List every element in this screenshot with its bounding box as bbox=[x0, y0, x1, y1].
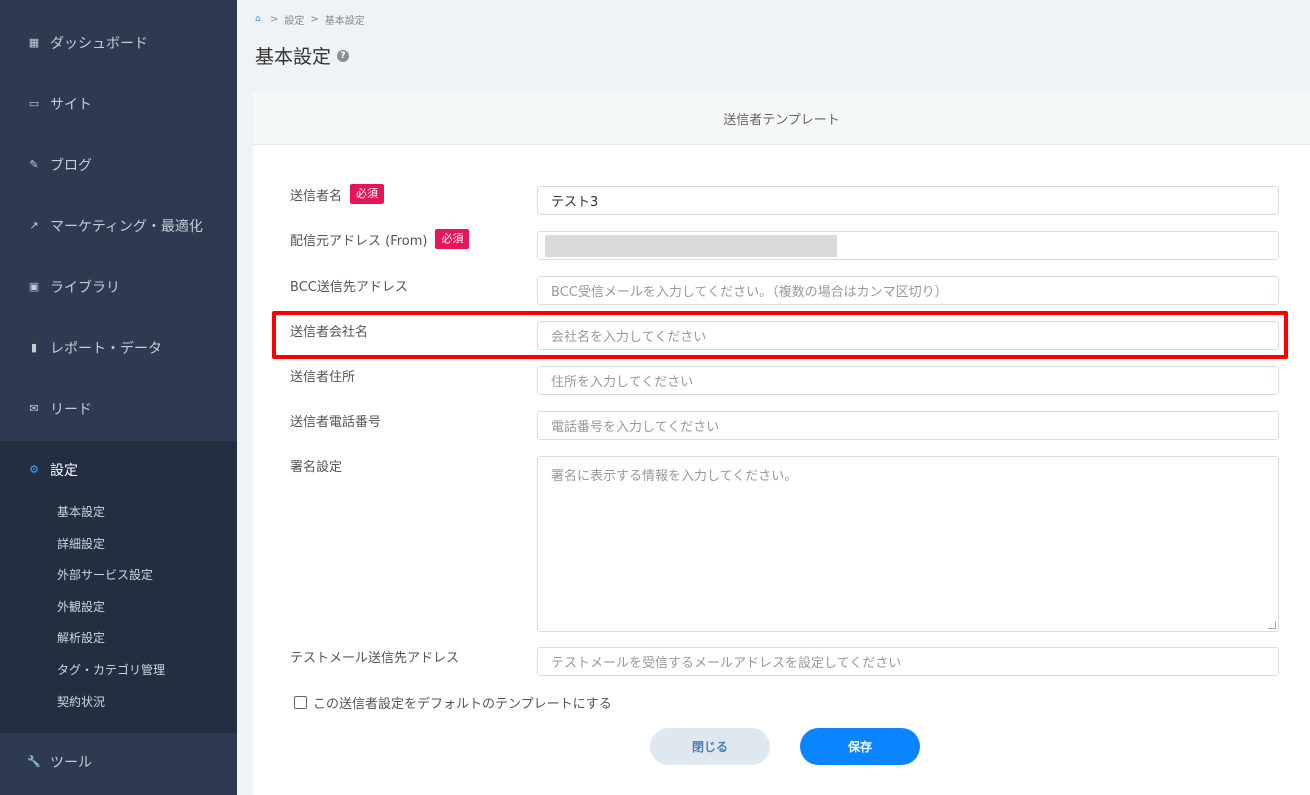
sidebar-item-label: ライブラリ bbox=[50, 279, 120, 296]
sub-item-external[interactable]: 外部サービス設定 bbox=[57, 565, 153, 585]
sidebar-item-label: 設定 bbox=[50, 462, 78, 479]
save-button[interactable]: 保存 bbox=[800, 728, 920, 765]
page-title: 基本設定 ? bbox=[255, 42, 350, 69]
sidebar-item-label: リード bbox=[50, 401, 92, 418]
signature-placeholder: 署名に表示する情報を入力してください。 bbox=[551, 469, 798, 484]
phone-label: 送信者電話番号 bbox=[290, 415, 382, 430]
address-label: 送信者住所 bbox=[290, 370, 356, 385]
bcc-input[interactable]: BCC受信メールを入力してください。（複数の場合はカンマ区切り） bbox=[537, 276, 1279, 305]
bcc-label: BCC送信先アドレス bbox=[290, 280, 408, 295]
checkbox-label: この送信者設定をデフォルトのテンプレートにする bbox=[313, 697, 612, 712]
pencil-icon: ✎ bbox=[29, 158, 39, 171]
highlight-box bbox=[272, 311, 1288, 359]
sub-item-appearance[interactable]: 外観設定 bbox=[57, 597, 105, 617]
gear-icon: ⚙ bbox=[29, 463, 39, 476]
sidebar-item-report[interactable]: ▮ レポート・データ bbox=[0, 317, 237, 378]
resize-handle[interactable] bbox=[1268, 621, 1276, 629]
sub-item-analytics[interactable]: 解析設定 bbox=[57, 628, 105, 648]
mail-icon: ✉ bbox=[29, 402, 39, 415]
signature-textarea[interactable]: 署名に表示する情報を入力してください。 bbox=[537, 456, 1279, 632]
page-title-text: 基本設定 bbox=[255, 46, 332, 68]
address-input[interactable]: 住所を入力してください bbox=[537, 366, 1279, 395]
test-mail-label: テストメール送信先アドレス bbox=[290, 651, 460, 666]
breadcrumb: ⌂ > 設定 > 基本設定 bbox=[255, 12, 365, 27]
sidebar-item-lead[interactable]: ✉ リード bbox=[0, 378, 237, 439]
card-header: 送信者テンプレート bbox=[253, 92, 1310, 145]
sidebar-item-label: マーケティング・最適化 bbox=[50, 218, 203, 235]
sidebar-item-label: ブログ bbox=[50, 157, 92, 174]
sidebar-item-label: ダッシュボード bbox=[50, 35, 148, 52]
required-badge: 必須 bbox=[435, 229, 470, 249]
sender-name-input[interactable]: テスト3 bbox=[537, 186, 1279, 215]
sidebar-item-label: サイト bbox=[50, 96, 92, 113]
site-icon: ▭ bbox=[28, 97, 40, 110]
sidebar-item-settings[interactable]: ⚙ 設定 bbox=[0, 439, 237, 500]
breadcrumb-separator: > bbox=[310, 14, 319, 25]
required-badge: 必須 bbox=[350, 184, 385, 204]
test-mail-input[interactable]: テストメールを受信するメールアドレスを設定してください bbox=[537, 647, 1279, 676]
sidebar-item-site[interactable]: ▭ サイト bbox=[0, 73, 237, 134]
label-text: 送信者名 bbox=[290, 188, 343, 204]
sub-item-detail[interactable]: 詳細設定 bbox=[57, 534, 105, 554]
redacted-value bbox=[545, 235, 837, 257]
dashboard-icon: ▦ bbox=[28, 36, 40, 49]
breadcrumb-basic: 基本設定 bbox=[324, 16, 365, 27]
label-text: 配信元アドレス (From) bbox=[290, 233, 428, 249]
trend-icon: ↗ bbox=[29, 219, 39, 232]
bar-chart-icon: ▮ bbox=[30, 341, 38, 354]
sidebar-item-dashboard[interactable]: ▦ ダッシュボード bbox=[0, 12, 237, 73]
sender-name-label: 送信者名 必須 bbox=[290, 184, 385, 204]
wrench-icon: 🔧 bbox=[27, 755, 41, 768]
sidebar-item-blog[interactable]: ✎ ブログ bbox=[0, 134, 237, 195]
phone-input[interactable]: 電話番号を入力してください bbox=[537, 411, 1279, 440]
breadcrumb-separator: > bbox=[270, 14, 279, 25]
from-address-label: 配信元アドレス (From) 必須 bbox=[290, 229, 470, 249]
home-icon[interactable]: ⌂ bbox=[255, 15, 264, 24]
signature-label: 署名設定 bbox=[290, 460, 343, 475]
close-button[interactable]: 閉じる bbox=[650, 728, 770, 765]
sidebar-item-label: ツール bbox=[50, 754, 92, 771]
image-icon: ▣ bbox=[28, 280, 40, 293]
default-template-checkbox[interactable] bbox=[294, 696, 307, 709]
sidebar-item-marketing[interactable]: ↗ マーケティング・最適化 bbox=[0, 195, 237, 256]
sub-item-contract[interactable]: 契約状況 bbox=[57, 692, 105, 712]
sidebar-item-library[interactable]: ▣ ライブラリ bbox=[0, 256, 237, 317]
sidebar-item-tools[interactable]: 🔧 ツール bbox=[0, 731, 237, 792]
from-address-input[interactable] bbox=[537, 231, 1279, 260]
sub-item-basic[interactable]: 基本設定 bbox=[57, 502, 105, 522]
default-template-option[interactable]: この送信者設定をデフォルトのテンプレートにする bbox=[294, 693, 612, 712]
breadcrumb-settings[interactable]: 設定 bbox=[284, 12, 304, 27]
sub-item-tags[interactable]: タグ・カテゴリ管理 bbox=[57, 660, 165, 680]
sidebar-item-label: レポート・データ bbox=[50, 340, 162, 357]
help-icon[interactable]: ? bbox=[337, 49, 350, 62]
sidebar: ▦ ダッシュボード ▭ サイト ✎ ブログ ↗ マーケティング・最適化 ▣ ライ… bbox=[0, 0, 237, 795]
